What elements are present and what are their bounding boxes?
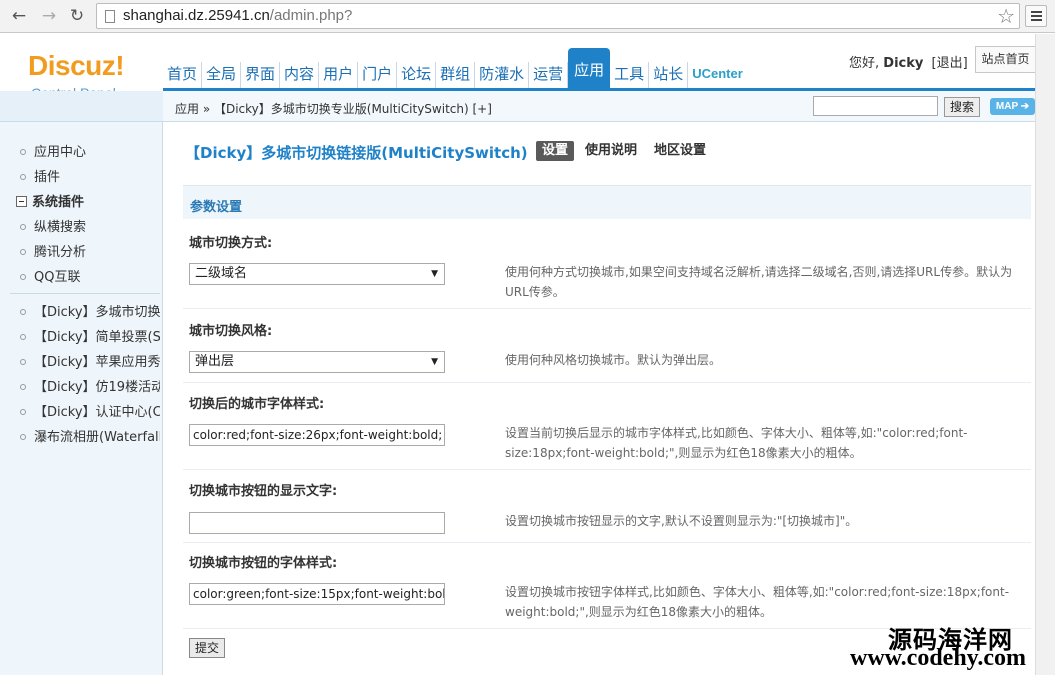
field-label: 城市切换方式: xyxy=(189,236,273,251)
bullet-icon xyxy=(20,173,26,180)
nav-global[interactable]: 全局 xyxy=(202,62,242,90)
search-button[interactable]: 搜索 xyxy=(944,97,980,117)
button-text-input[interactable] xyxy=(189,512,445,534)
nav-portal[interactable]: 门户 xyxy=(358,62,398,90)
sidebar-item-plugin[interactable]: 瀑布流相册(Waterfall/ xyxy=(20,426,160,445)
section-title: 参数设置 xyxy=(190,200,243,215)
user-info: 您好, Dicky [退出] xyxy=(849,52,968,71)
city-font-style-input[interactable]: color:red;font-size:26px;font-weight:bol… xyxy=(189,424,445,446)
nav-home[interactable]: 首页 xyxy=(163,62,203,90)
nav-users[interactable]: 用户 xyxy=(319,62,359,90)
nav-groups[interactable]: 群组 xyxy=(436,62,476,90)
bookmark-star-icon[interactable]: ☆ xyxy=(997,4,1015,28)
nav-ucenter[interactable]: UCenter xyxy=(688,62,747,90)
sidebar-item-app-center[interactable]: 应用中心 xyxy=(20,141,160,160)
bullet-icon xyxy=(20,383,26,390)
address-bar[interactable]: shanghai.dz.25941.cn/admin.php? ☆ xyxy=(96,3,1020,29)
nav-tools[interactable]: 工具 xyxy=(610,62,650,90)
plugin-title: 【Dicky】多城市切换链接版(MultiCitySwitch) xyxy=(185,144,528,162)
submit-button[interactable]: 提交 xyxy=(189,638,225,658)
tab-instructions[interactable]: 使用说明 xyxy=(579,141,643,161)
watermark-url: www.codehy.com xyxy=(850,645,1026,671)
bullet-icon xyxy=(20,223,26,230)
field-label: 切换城市按钮的显示文字: xyxy=(189,484,338,499)
main-content: 【Dicky】多城市切换链接版(MultiCitySwitch) 设置 使用说明… xyxy=(163,122,1035,675)
nav-antispam[interactable]: 防灌水 xyxy=(475,62,530,90)
nav-interface[interactable]: 界面 xyxy=(241,62,281,90)
map-button[interactable]: MAP ➔ xyxy=(990,98,1035,115)
button-font-style-input[interactable]: color:green;font-size:15px;font-weight:b… xyxy=(189,583,445,605)
sidebar-item-qq-connect[interactable]: QQ互联 xyxy=(20,266,160,285)
dropdown-arrow-icon: ▼ xyxy=(431,357,438,367)
row-divider xyxy=(183,308,1031,309)
sidebar-item-plugin[interactable]: 【Dicky】仿19楼活动分 xyxy=(20,376,160,395)
logout-link[interactable]: [退出] xyxy=(932,56,968,71)
greeting: 您好, xyxy=(849,56,880,71)
sidebar-item-plugin[interactable]: 【Dicky】认证中心(Ce xyxy=(20,401,160,420)
sidebar-header xyxy=(0,91,163,122)
nav-apps[interactable]: 应用 xyxy=(568,48,611,90)
bullet-icon xyxy=(20,148,26,155)
sidebar-item-plugin[interactable]: 【Dicky】多城市切换链 xyxy=(20,301,160,320)
switch-method-select[interactable]: 二级域名 ▼ xyxy=(189,263,445,285)
reload-icon[interactable]: ↻ xyxy=(66,5,88,27)
dropdown-arrow-icon: ▼ xyxy=(431,269,438,279)
browser-menu-icon[interactable] xyxy=(1025,5,1047,27)
bullet-icon xyxy=(20,333,26,340)
url-path: /admin.php? xyxy=(269,7,353,24)
field-help: 设置切换城市按钮显示的文字,默认不设置则显示为:"[切换城市]"。 xyxy=(505,514,858,528)
field-help: 设置当前切换后显示的城市字体样式,比如颜色、字体大小、粗体等,如:"color:… xyxy=(505,426,968,460)
bullet-icon xyxy=(20,358,26,365)
row-divider xyxy=(183,382,1031,383)
sidebar-item-tencent-analytics[interactable]: 腾讯分析 xyxy=(20,241,160,260)
nav-operations[interactable]: 运营 xyxy=(529,62,569,90)
left-sidebar: 应用中心 插件 系统插件 纵横搜索 腾讯分析 QQ互联 【Dicky】多城市切换… xyxy=(0,91,163,675)
breadcrumb-bar: 应用 » 【Dicky】多城市切换专业版(MultiCitySwitch) [+… xyxy=(163,91,1035,122)
browser-toolbar: ← → ↻ shanghai.dz.25941.cn/admin.php? ☆ xyxy=(0,0,1055,33)
collapse-minus-icon[interactable] xyxy=(16,196,27,207)
bullet-icon xyxy=(20,273,26,280)
bullet-icon xyxy=(20,248,26,255)
bullet-icon xyxy=(20,433,26,440)
sidebar-group-system-plugins[interactable]: 系统插件 xyxy=(16,191,84,210)
bullet-icon xyxy=(20,308,26,315)
site-home-button[interactable]: 站点首页 xyxy=(975,46,1036,73)
row-divider xyxy=(183,542,1031,543)
nav-webmaster[interactable]: 站长 xyxy=(649,62,689,90)
username: Dicky xyxy=(883,56,924,71)
tab-settings[interactable]: 设置 xyxy=(536,141,575,161)
top-nav: 首页 全局 界面 内容 用户 门户 论坛 群组 防灌水 运营 应用 工具 站长 … xyxy=(163,48,747,90)
sidebar-item-plugins[interactable]: 插件 xyxy=(20,166,160,185)
breadcrumb[interactable]: 应用 » 【Dicky】多城市切换专业版(MultiCitySwitch) [+… xyxy=(175,100,492,117)
field-help: 设置切换城市按钮字体样式,比如颜色、字体大小、粗体等,如:"color:red;… xyxy=(505,585,1010,619)
nav-content[interactable]: 内容 xyxy=(280,62,320,90)
page-scrollbar[interactable] xyxy=(1035,34,1055,675)
field-label: 切换后的城市字体样式: xyxy=(189,397,325,412)
search-input[interactable] xyxy=(813,96,938,116)
field-label: 切换城市按钮的字体样式: xyxy=(189,556,338,571)
bullet-icon xyxy=(20,408,26,415)
discuz-logo[interactable]: Discuz! xyxy=(28,50,125,82)
field-label: 城市切换风格: xyxy=(189,324,273,339)
forward-arrow-icon[interactable]: → xyxy=(38,5,60,27)
row-divider xyxy=(183,469,1031,470)
field-help: 使用何种风格切换城市。默认为弹出层。 xyxy=(505,353,722,367)
nav-forum[interactable]: 论坛 xyxy=(397,62,437,90)
field-help: 使用何种方式切换城市,如果空间支持域名泛解析,请选择二级域名,否则,请选择URL… xyxy=(505,265,1013,299)
sidebar-item-search[interactable]: 纵横搜索 xyxy=(20,216,160,235)
url-host: shanghai.dz.25941.cn xyxy=(123,7,270,24)
switch-style-select[interactable]: 弹出层 ▼ xyxy=(189,351,445,373)
section-header: 参数设置 xyxy=(183,185,1031,219)
sidebar-divider xyxy=(10,293,160,294)
page-icon xyxy=(105,10,115,23)
back-arrow-icon[interactable]: ← xyxy=(8,5,30,27)
sidebar-item-plugin[interactable]: 【Dicky】简单投票(Si xyxy=(20,326,160,345)
tab-region-settings[interactable]: 地区设置 xyxy=(648,141,712,161)
sidebar-item-plugin[interactable]: 【Dicky】苹果应用秀( xyxy=(20,351,160,370)
